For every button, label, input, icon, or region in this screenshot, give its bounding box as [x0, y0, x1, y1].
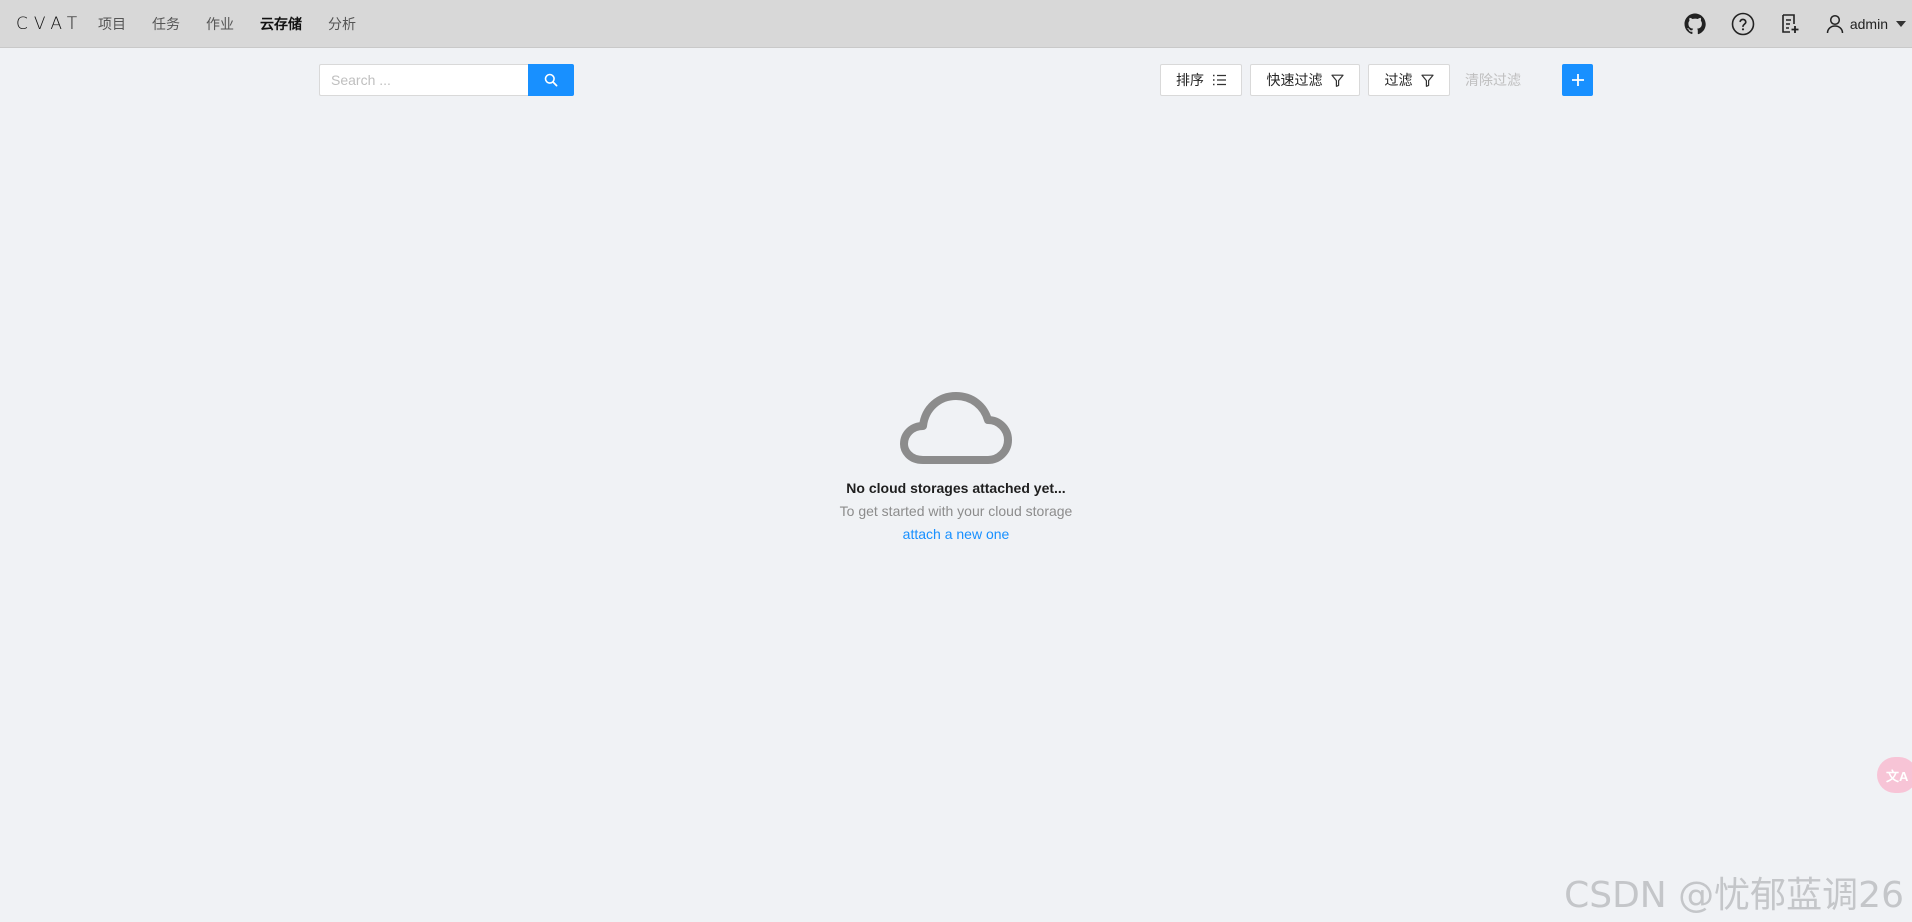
watermark: CSDN @忧郁蓝调26 [1564, 875, 1904, 916]
nav-analytics[interactable]: 分析 [328, 14, 356, 34]
clear-filter-button[interactable]: 清除过滤 [1465, 64, 1521, 96]
top-header: CVAT 项目 任务 作业 云存储 分析 admin [0, 0, 1912, 48]
sort-button[interactable]: 排序 [1160, 64, 1242, 96]
search-input[interactable] [319, 64, 528, 96]
filter-icon [1330, 74, 1344, 87]
ordered-list-icon [1213, 74, 1226, 86]
sort-label: 排序 [1176, 72, 1204, 88]
filter-label: 过滤 [1384, 72, 1413, 88]
translate-badge[interactable]: 文A [1877, 757, 1912, 793]
attach-new-link[interactable]: attach a new one [903, 526, 1010, 542]
user-icon [1826, 14, 1844, 34]
organization-icon[interactable] [1778, 11, 1804, 37]
empty-state: No cloud storages attached yet... To get… [0, 388, 1912, 542]
header-actions: admin [1682, 0, 1912, 48]
quick-filter-label: 快速过滤 [1266, 72, 1323, 88]
cvat-logo[interactable]: CVAT [16, 14, 83, 34]
search-icon [544, 73, 558, 87]
nav-tasks[interactable]: 任务 [152, 14, 180, 34]
caret-down-icon [1896, 21, 1906, 27]
search-group [319, 64, 574, 96]
help-icon[interactable] [1730, 11, 1756, 37]
plus-icon [1571, 74, 1584, 86]
cloud-icon [900, 392, 1012, 464]
empty-title: No cloud storages attached yet... [846, 480, 1066, 496]
search-button[interactable] [528, 64, 574, 96]
quick-filter-button[interactable]: 快速过滤 [1250, 64, 1360, 96]
filter-icon [1420, 74, 1434, 87]
github-icon[interactable] [1682, 11, 1708, 37]
nav-jobs[interactable]: 作业 [206, 14, 234, 34]
filter-button[interactable]: 过滤 [1368, 64, 1450, 96]
nav-cloud-storages[interactable]: 云存储 [260, 14, 302, 34]
add-cloud-storage-button[interactable] [1562, 64, 1593, 96]
user-menu[interactable]: admin [1826, 14, 1906, 34]
main-nav: 项目 任务 作业 云存储 分析 [98, 0, 382, 48]
nav-projects[interactable]: 项目 [98, 14, 126, 34]
user-name: admin [1849, 16, 1888, 32]
empty-subtitle: To get started with your cloud storage [839, 503, 1073, 519]
translate-icon: 文A [1886, 768, 1909, 784]
